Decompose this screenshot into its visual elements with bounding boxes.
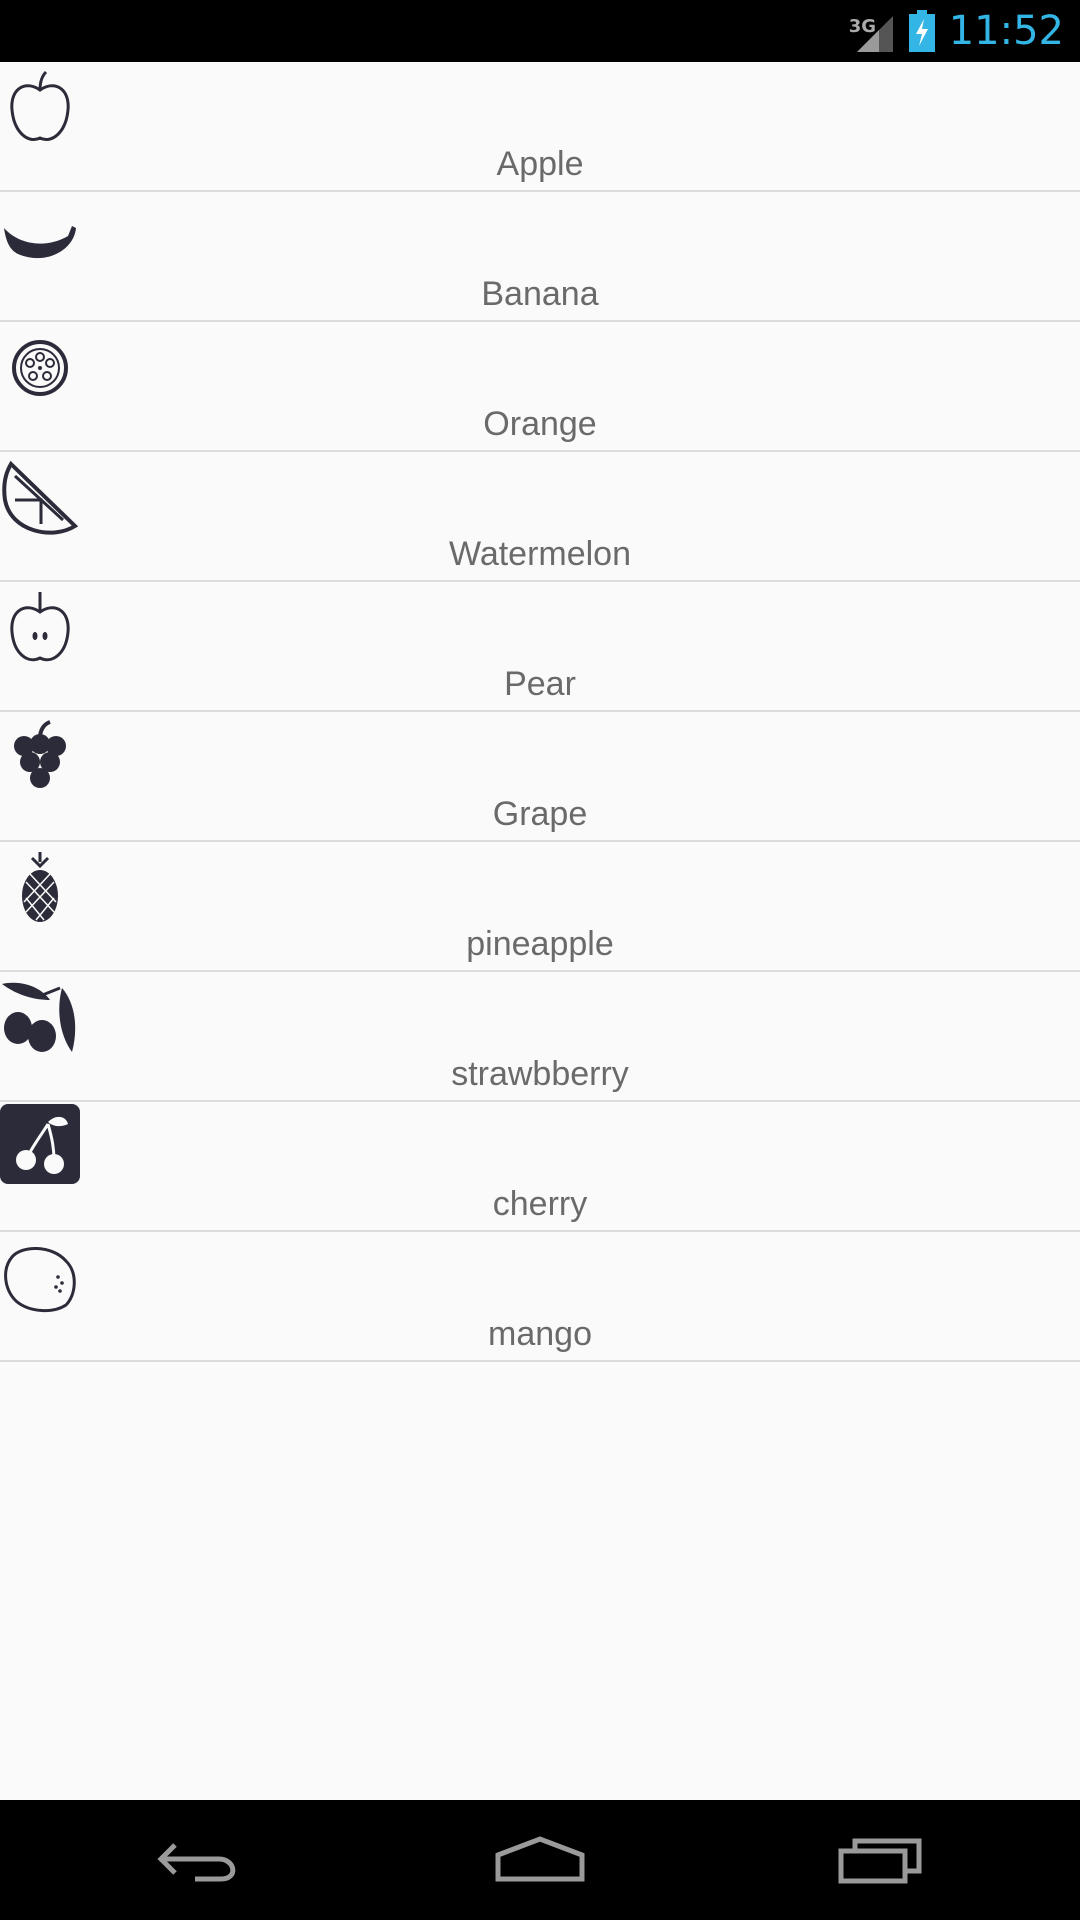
list-item-label: pineapple [466, 925, 614, 963]
recents-button[interactable] [780, 1800, 980, 1920]
list-item-label: Banana [481, 275, 599, 313]
list-item-label: Grape [492, 795, 588, 833]
watermelon-slice-icon [0, 458, 80, 538]
banana-icon [0, 198, 80, 278]
signal-icon: 3G [849, 8, 895, 54]
pineapple-icon [0, 848, 80, 928]
clock: 11:52 [948, 8, 1064, 54]
list-item[interactable]: strawbberry [0, 972, 1080, 1102]
list-item-label: Apple [496, 145, 584, 183]
recents-icon [838, 1838, 922, 1884]
list-item[interactable]: Watermelon [0, 452, 1080, 582]
fruit-list: Apple Banana Orange Watermelon Pear Grap… [0, 62, 1080, 1362]
list-item[interactable]: Grape [0, 712, 1080, 842]
home-button[interactable] [440, 1800, 640, 1920]
list-item[interactable]: Orange [0, 322, 1080, 452]
status-icons: 3G 11:52 [849, 0, 1064, 62]
grape-icon [0, 718, 80, 798]
list-item-label: strawbberry [451, 1055, 629, 1093]
list-item[interactable]: cherry [0, 1102, 1080, 1232]
home-icon [495, 1836, 585, 1882]
battery-charging-icon [908, 10, 935, 52]
list-item[interactable]: Pear [0, 582, 1080, 712]
list-item[interactable]: mango [0, 1232, 1080, 1362]
olive-branch-icon [0, 978, 80, 1058]
list-item-label: Pear [504, 665, 576, 703]
cherry-icon [0, 1104, 80, 1184]
list-item-label: Watermelon [448, 535, 632, 573]
back-icon [157, 1843, 236, 1882]
list-item-label: mango [488, 1315, 592, 1353]
list-item-label: cherry [492, 1185, 588, 1223]
pear-icon [0, 588, 80, 668]
back-button[interactable] [100, 1800, 300, 1920]
list-item-label: Orange [483, 405, 597, 443]
lemon-icon [0, 1238, 80, 1318]
apple-icon [0, 68, 80, 148]
list-item[interactable]: Banana [0, 192, 1080, 322]
navigation-bar [0, 1800, 1080, 1920]
status-bar: 3G 11:52 [0, 0, 1080, 62]
list-item[interactable]: Apple [0, 62, 1080, 192]
list-item[interactable]: pineapple [0, 842, 1080, 972]
orange-slice-icon [0, 328, 80, 408]
